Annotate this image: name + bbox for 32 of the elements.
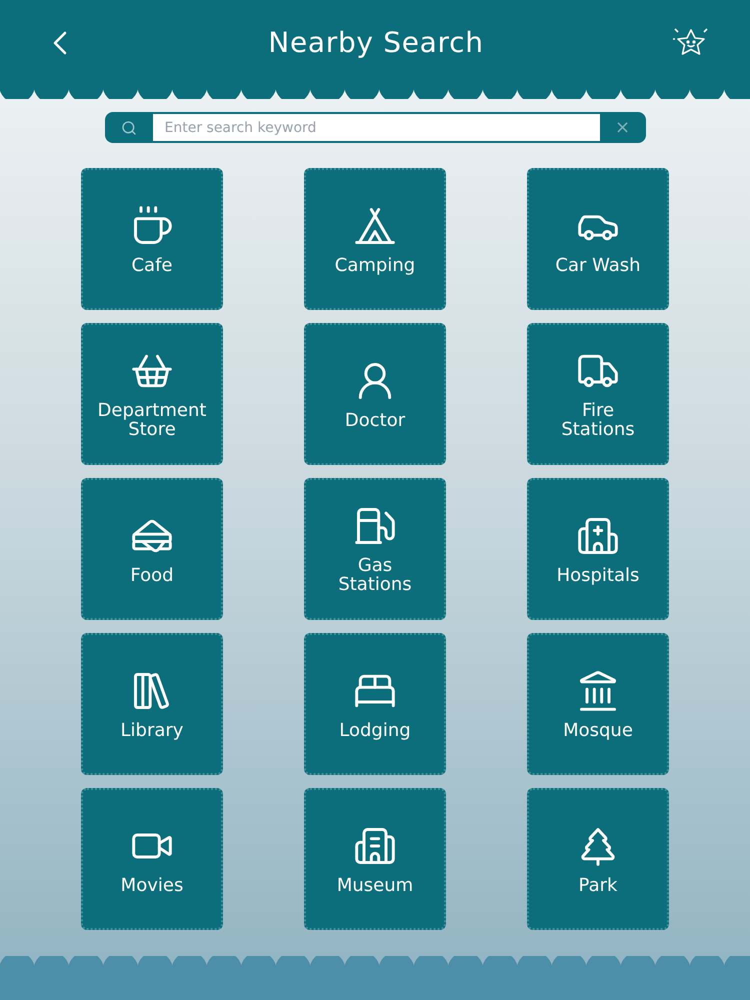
category-tile[interactable]: Camping [304,168,446,310]
category-tile[interactable]: Gas Stations [304,478,446,620]
category-label: Lodging [339,720,411,740]
category-label: Museum [336,876,414,894]
category-tile[interactable]: Movies [81,788,223,930]
category-tile[interactable]: Lodging [304,633,446,775]
search-icon [120,120,136,136]
category-tile[interactable]: Cafe [81,168,223,310]
category-tile[interactable]: Car Wash [527,168,669,310]
category-label: Food [130,566,174,584]
category-tile[interactable]: Park [527,788,669,930]
category-label: Doctor [344,410,406,430]
category-tile[interactable]: Museum [304,788,446,930]
category-label: Cafe [131,256,172,274]
category-label: Department Store [98,401,206,439]
category-label: Camping [334,256,416,274]
category-label: Library [120,720,184,740]
category-label: Hospitals [556,566,640,584]
category-tile[interactable]: Hospitals [527,478,669,620]
category-tile[interactable]: Fire Stations [527,323,669,465]
page-title: Nearby Search [268,24,484,60]
category-label: Movies [120,876,184,894]
category-tile[interactable]: Mosque [527,633,669,775]
category-tile[interactable]: Department Store [81,323,223,465]
category-tile[interactable]: Library [81,633,223,775]
category-label: Car Wash [555,256,641,274]
category-label: Fire Stations [561,401,635,439]
category-label: Park [578,876,618,894]
category-label: Gas Stations [338,556,412,594]
category-tile[interactable]: Doctor [304,323,446,465]
category-tile[interactable]: Food [81,478,223,620]
category-label: Mosque [563,720,633,740]
